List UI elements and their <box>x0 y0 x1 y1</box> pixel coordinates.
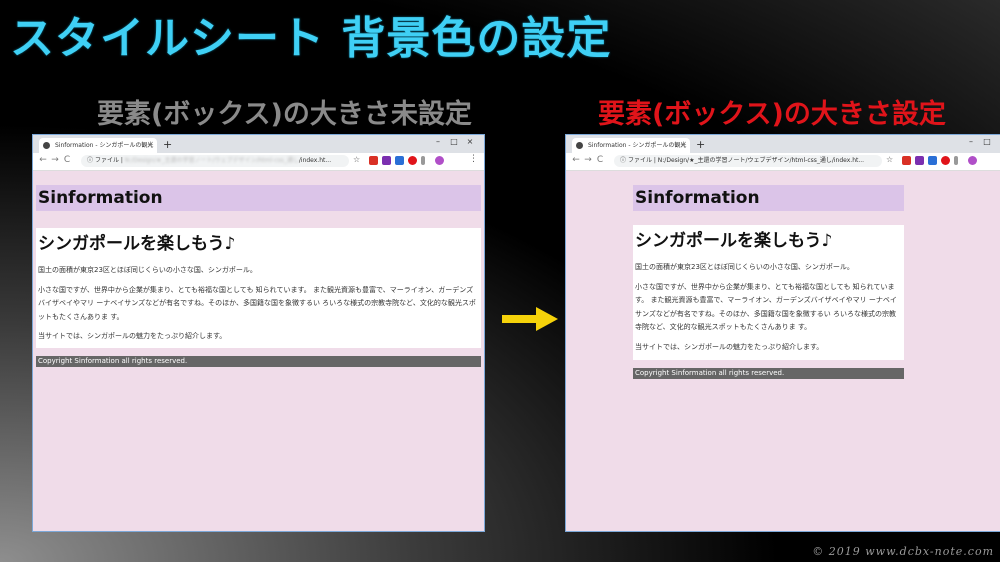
maximize-button[interactable]: □ <box>446 137 462 146</box>
pin-extension-icon[interactable] <box>954 156 958 165</box>
tab-close-icon[interactable]: × <box>147 138 153 153</box>
page-viewport: Sinformation シンガポールを楽しもう♪ 国土の面積が東京23区とほぼ… <box>33 171 484 531</box>
paragraph-2: 小さな国ですが、世界中から企業が集まり、とても裕福な国としても 知られています。… <box>635 282 897 332</box>
onenote-extension-icon[interactable] <box>915 156 924 165</box>
pinterest-extension-icon[interactable] <box>408 156 417 165</box>
paragraph-1: 国土の面積が東京23区とほぼ同じくらいの小さな国、シンガポール。 <box>635 263 854 271</box>
pin-extension-icon[interactable] <box>421 156 425 165</box>
window-controls: –□× <box>963 137 1000 146</box>
close-window-button[interactable]: × <box>995 137 1000 146</box>
minimize-button[interactable]: – <box>430 137 446 146</box>
page-footer: Copyright Sinformation all rights reserv… <box>36 355 481 367</box>
reload-icon[interactable]: C <box>594 155 606 165</box>
new-tab-button[interactable]: + <box>696 138 705 151</box>
page-body: Sinformation シンガポールを楽しもう♪ 国土の面積が東京23区とほぼ… <box>36 185 481 367</box>
slide-title: スタイルシート 背景色の設定 <box>10 13 612 64</box>
browser-window-before: Sinformation - シンガポールの観光 × + – □ × ← → C ⓘ フ… <box>32 134 485 532</box>
file-label: ファイル <box>94 157 119 164</box>
profile-avatar-icon[interactable] <box>968 156 977 165</box>
new-tab-button[interactable]: + <box>163 138 172 151</box>
page-header: Sinformation <box>633 185 904 211</box>
url-tail: /index.ht... <box>298 157 332 164</box>
profile-avatar-icon[interactable] <box>435 156 444 165</box>
reload-icon[interactable]: C <box>61 155 73 165</box>
bookmark-star-icon[interactable]: ☆ <box>353 155 360 164</box>
paragraph-3: 当サイトでは、シンガポールの魅力をたっぷり紹介します。 <box>38 332 227 340</box>
page-heading: シンガポールを楽しもう♪ <box>38 234 236 254</box>
paragraph-3: 当サイトでは、シンガポールの魅力をたっぷり紹介します。 <box>635 342 824 351</box>
info-icon[interactable]: ⓘ <box>620 157 626 164</box>
file-label: ファイル <box>627 157 652 164</box>
page-header: Sinformation <box>36 185 481 211</box>
browser-window-after: Sinformation - シンガポールの観光 × + –□× ←→C ⓘ フ… <box>565 134 1000 532</box>
info-icon[interactable]: ⓘ <box>87 157 93 164</box>
tab-strip: Sinformation - シンガポールの観光 × + –□× <box>33 135 484 153</box>
gmail-extension-icon[interactable] <box>369 156 378 165</box>
nav-buttons: ← → C <box>570 155 606 165</box>
page-body: Sinformation シンガポールを楽しもう♪ 国土の面積が東京23区とほぼ… <box>633 185 904 379</box>
extension-icons <box>369 156 444 167</box>
url-blurred: N:/Design/★_主還の学習ノート/ウェブデザイン/html-css_通し <box>124 157 299 164</box>
back-icon[interactable]: ← <box>37 155 49 165</box>
address-bar[interactable]: ⓘ ファイル | N:/Design/★_主還の学習ノート/ウェブデザイン/ht… <box>81 155 349 167</box>
page-viewport: Sinformation シンガポールを楽しもう♪ 国土の面積が東京23区とほぼ… <box>566 171 1000 531</box>
nav-buttons: ← → C <box>37 155 73 165</box>
browser-toolbar: ← → C ⓘ ファイル | N:/Design/★_主還の学習ノート/ウェブデザイ… <box>566 153 1000 171</box>
onenote-extension-icon[interactable] <box>382 156 391 165</box>
browser-tab[interactable]: Sinformation - シンガポールの観光 × <box>572 138 690 153</box>
translate-extension-icon[interactable] <box>395 156 404 165</box>
page-footer: Copyright Sinformation all rights reserv… <box>633 368 904 379</box>
menu-icon[interactable]: ⋮ <box>469 154 478 164</box>
page-heading: シンガポールを楽しもう♪ <box>635 231 833 251</box>
right-panel-label: 要素(ボックス)の大きさ設定 <box>598 99 946 130</box>
bookmark-star-icon[interactable]: ☆ <box>886 155 893 164</box>
url-text: N:/Design/★_主還の学習ノート/ウェブデザイン/html-css_通し… <box>657 157 865 164</box>
browser-tab[interactable]: Sinformation - シンガポールの観光 × <box>39 138 157 153</box>
forward-icon[interactable]: → <box>49 155 61 165</box>
tab-strip: Sinformation - シンガポールの観光 × + –□× <box>566 135 1000 153</box>
globe-icon <box>43 142 50 149</box>
tab-title: Sinformation - シンガポールの観光 <box>55 142 154 149</box>
tab-close-icon[interactable]: × <box>680 138 686 153</box>
arrow-right-icon <box>502 307 558 331</box>
globe-icon <box>576 142 583 149</box>
left-panel-label: 要素(ボックス)の大きさ未設定 <box>97 99 472 130</box>
minimize-button[interactable]: – <box>963 137 979 146</box>
gmail-extension-icon[interactable] <box>902 156 911 165</box>
back-icon[interactable]: ← <box>570 155 582 165</box>
close-window-button[interactable]: × <box>462 137 478 146</box>
page-main: シンガポールを楽しもう♪ 国土の面積が東京23区とほぼ同じくらいの小さな国、シン… <box>36 228 481 348</box>
browser-toolbar: ← → C ⓘ ファイル | N:/Design/★_主還の学習ノート/ウェブデザイ… <box>33 153 484 171</box>
forward-icon[interactable]: → <box>582 155 594 165</box>
maximize-button[interactable]: □ <box>979 137 995 146</box>
paragraph-2: 小さな国ですが、世界中から企業が集まり、とても裕福な国としても 知られています。… <box>38 285 476 321</box>
tab-title: Sinformation - シンガポールの観光 <box>588 142 687 149</box>
paragraph-1: 国土の面積が東京23区とほぼ同じくらいの小さな国、シンガポール。 <box>38 266 257 274</box>
window-controls: –□× <box>430 137 478 146</box>
page-main: シンガポールを楽しもう♪ 国土の面積が東京23区とほぼ同じくらいの小さな国、シン… <box>633 225 904 360</box>
translate-extension-icon[interactable] <box>928 156 937 165</box>
copyright-watermark: © 2019 www.dcbx-note.com <box>812 545 994 558</box>
pinterest-extension-icon[interactable] <box>941 156 950 165</box>
extension-icons <box>902 156 977 167</box>
address-bar[interactable]: ⓘ ファイル | N:/Design/★_主還の学習ノート/ウェブデザイン/ht… <box>614 155 882 167</box>
